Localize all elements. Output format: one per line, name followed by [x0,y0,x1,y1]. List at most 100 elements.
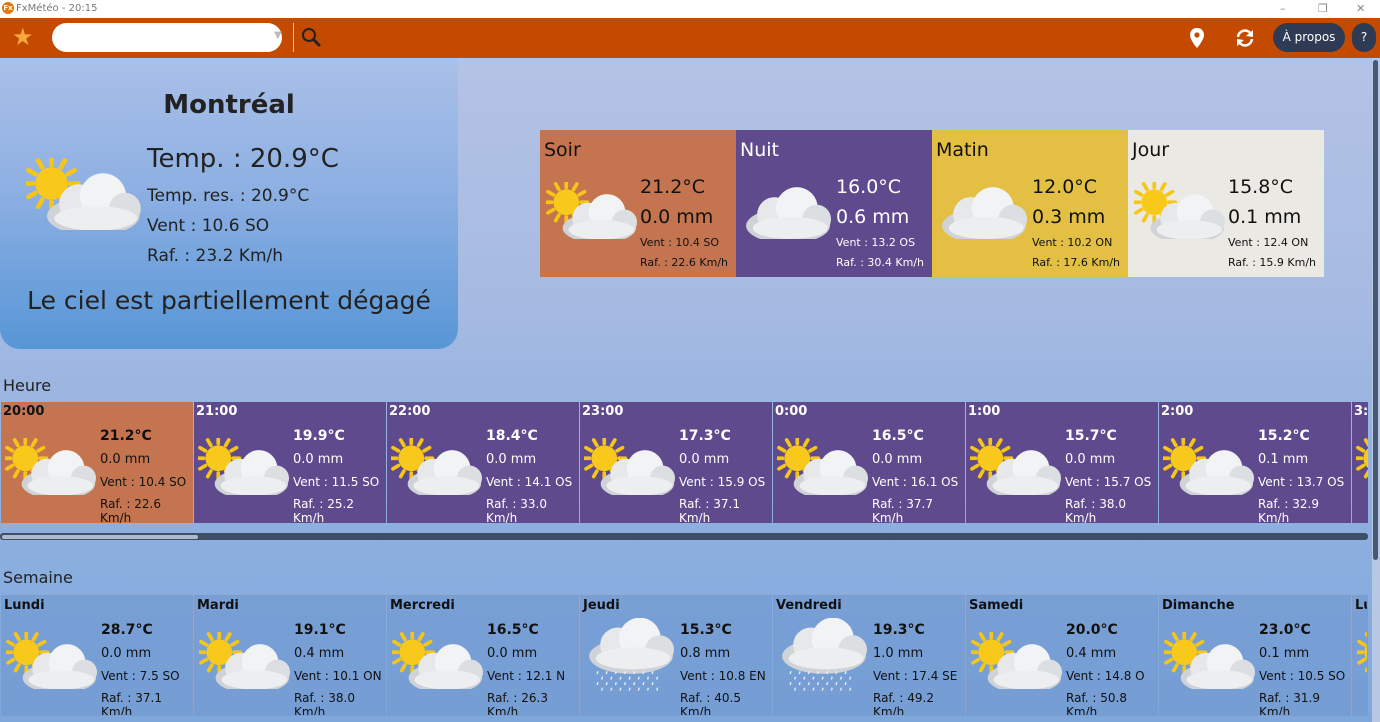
day-wind: Vent : 10.1 ON [294,669,382,683]
hour-time: 0:00 [775,404,808,419]
partly-cloudy-icon [1160,435,1255,500]
sky-description: Le ciel est partiellement dégagé [27,286,431,315]
day-temperature: 15.3°C [680,622,732,638]
partly-cloudy-icon [543,179,638,244]
location-pin-icon[interactable] [1188,27,1206,49]
day-name: Vendredi [776,598,842,613]
day-temperature: 28.7°C [101,622,153,638]
day-gust: Raf. : 37.1 Km/h [101,691,162,716]
partly-cloudy-icon [968,629,1063,694]
hour-gust: Raf. : 25.2 Km/h [293,497,354,523]
day-gust: Raf. : 38.0 Km/h [294,691,355,716]
day-precipitation: 0.0 mm [487,646,538,661]
period-precipitation: 0.0 mm [640,206,714,228]
day-wind: Vent : 10.8 EN [680,669,766,683]
day-card: Lundi 28.7°C 0.0 mm Vent : 7.5 SO Raf. :… [1,595,193,716]
period-gust: Raf. : 30.4 Km/h [836,256,925,269]
hour-precipitation: 0.0 mm [486,452,537,467]
minimize-button[interactable]: – [1280,2,1286,15]
day-precipitation: 1.0 mm [873,646,924,661]
partly-cloudy-icon [196,629,291,694]
hour-time: 23:00 [582,404,624,419]
period-name: Nuit [740,139,779,161]
vertical-scrollbar-thumb[interactable] [1373,60,1378,560]
period-name: Jour [1132,139,1170,161]
period-card: Nuit 16.0°C 0.6 mm Vent : 13.2 OS Raf. :… [736,130,932,277]
day-precipitation: 0.4 mm [294,646,345,661]
hour-card: 21:00 19.9°C 0.0 mm Vent : 11.5 SO Raf. … [194,402,386,523]
current-wind: Vent : 10.6 SO [147,216,270,236]
hour-wind: Vent : 13.7 OS [1258,475,1345,489]
refresh-icon[interactable] [1234,27,1256,49]
day-card: Lu [1352,595,1368,716]
help-button[interactable]: ? [1352,23,1376,52]
period-name: Matin [936,139,989,161]
search-icon[interactable] [297,25,327,50]
hourly-scrollbar[interactable] [0,533,1368,540]
hourly-scrollbar-thumb[interactable] [2,535,198,539]
hour-wind: Vent : 14.1 OS [486,475,573,489]
hour-temperature: 21.2°C [100,428,152,444]
period-name: Soir [544,139,581,161]
day-name: Dimanche [1162,598,1235,613]
city-search-box: ▼ [52,23,321,52]
hour-temperature: 18.4°C [486,428,538,444]
hour-temperature: 17.3°C [679,428,731,444]
restore-button[interactable]: ❐ [1318,2,1328,15]
toolbar: ★ ▼ À propos ? [0,18,1380,58]
hour-temperature: 15.7°C [1065,428,1117,444]
day-gust: Raf. : 31.9 Km/h [1259,691,1320,716]
hour-precipitation: 0.0 mm [679,452,730,467]
current-temperature: Temp. : 20.9°C [147,144,339,174]
period-wind: Vent : 13.2 OS [836,236,916,249]
close-button[interactable]: ✕ [1356,2,1365,15]
partly-cloudy-icon [1131,179,1226,244]
period-card: Matin 12.0°C 0.3 mm Vent : 10.2 ON Raf. … [932,130,1128,277]
day-card: Samedi 20.0°C 0.4 mm Vent : 14.8 O Raf. … [966,595,1158,716]
hour-temperature: 16.5°C [872,428,924,444]
hour-gust: Raf. : 37.1 Km/h [679,497,740,523]
day-card: Mardi 19.1°C 0.4 mm Vent : 10.1 ON Raf. … [194,595,386,716]
about-button[interactable]: À propos [1273,23,1345,52]
dropdown-arrow-icon[interactable]: ▼ [274,30,282,41]
partly-cloudy-icon [774,435,869,500]
partly-cloudy-icon [1161,629,1256,694]
search-divider [293,23,294,52]
period-temperature: 15.8°C [1228,176,1294,198]
day-wind: Vent : 17.4 SE [873,669,958,683]
hour-time: 1:00 [968,404,1001,419]
hour-wind: Vent : 16.1 OS [872,475,959,489]
hour-card: 3:0 [1352,402,1368,523]
day-card: Mercredi 16.5°C 0.0 mm Vent : 12.1 N Raf… [387,595,579,716]
app-icon: Fx [2,2,14,14]
star-icon[interactable]: ★ [12,24,34,50]
partly-cloudy-icon [581,435,676,500]
hour-time: 3:0 [1354,404,1368,419]
period-precipitation: 0.3 mm [1032,206,1106,228]
hour-card: 23:00 17.3°C 0.0 mm Vent : 15.9 OS Raf. … [580,402,772,523]
partly-cloudy-icon [1354,632,1367,693]
day-temperature: 19.1°C [294,622,346,638]
partly-cloudy-icon [3,629,98,694]
feels-like-temperature: Temp. res. : 20.9°C [147,186,310,206]
period-wind: Vent : 12.4 ON [1228,236,1309,249]
period-card: Jour 15.8°C 0.1 mm Vent : 12.4 ON Raf. :… [1128,130,1324,277]
hour-gust: Raf. : 32.9 Km/h [1258,497,1319,523]
hour-card: 1:00 15.7°C 0.0 mm Vent : 15.7 OS Raf. :… [966,402,1158,523]
day-name: Jeudi [583,598,620,613]
hour-card: 20:00 21.2°C 0.0 mm Vent : 10.4 SO Raf. … [1,402,193,523]
partly-cloudy-icon [389,629,484,694]
hour-wind: Vent : 10.4 SO [100,475,187,489]
period-gust: Raf. : 17.6 Km/h [1032,256,1121,269]
city-name: Montréal [163,90,295,120]
city-search-input[interactable] [52,23,242,52]
hour-wind: Vent : 11.5 SO [293,475,380,489]
day-temperature: 19.3°C [873,622,925,638]
current-gust: Raf. : 23.2 Km/h [147,246,284,266]
partly-cloudy-icon [195,435,290,500]
day-wind: Vent : 14.8 O [1066,669,1145,683]
cloud-icon [742,182,834,244]
hour-wind: Vent : 15.9 OS [679,475,766,489]
hour-time: 21:00 [196,404,238,419]
cloud-icon [938,182,1030,244]
